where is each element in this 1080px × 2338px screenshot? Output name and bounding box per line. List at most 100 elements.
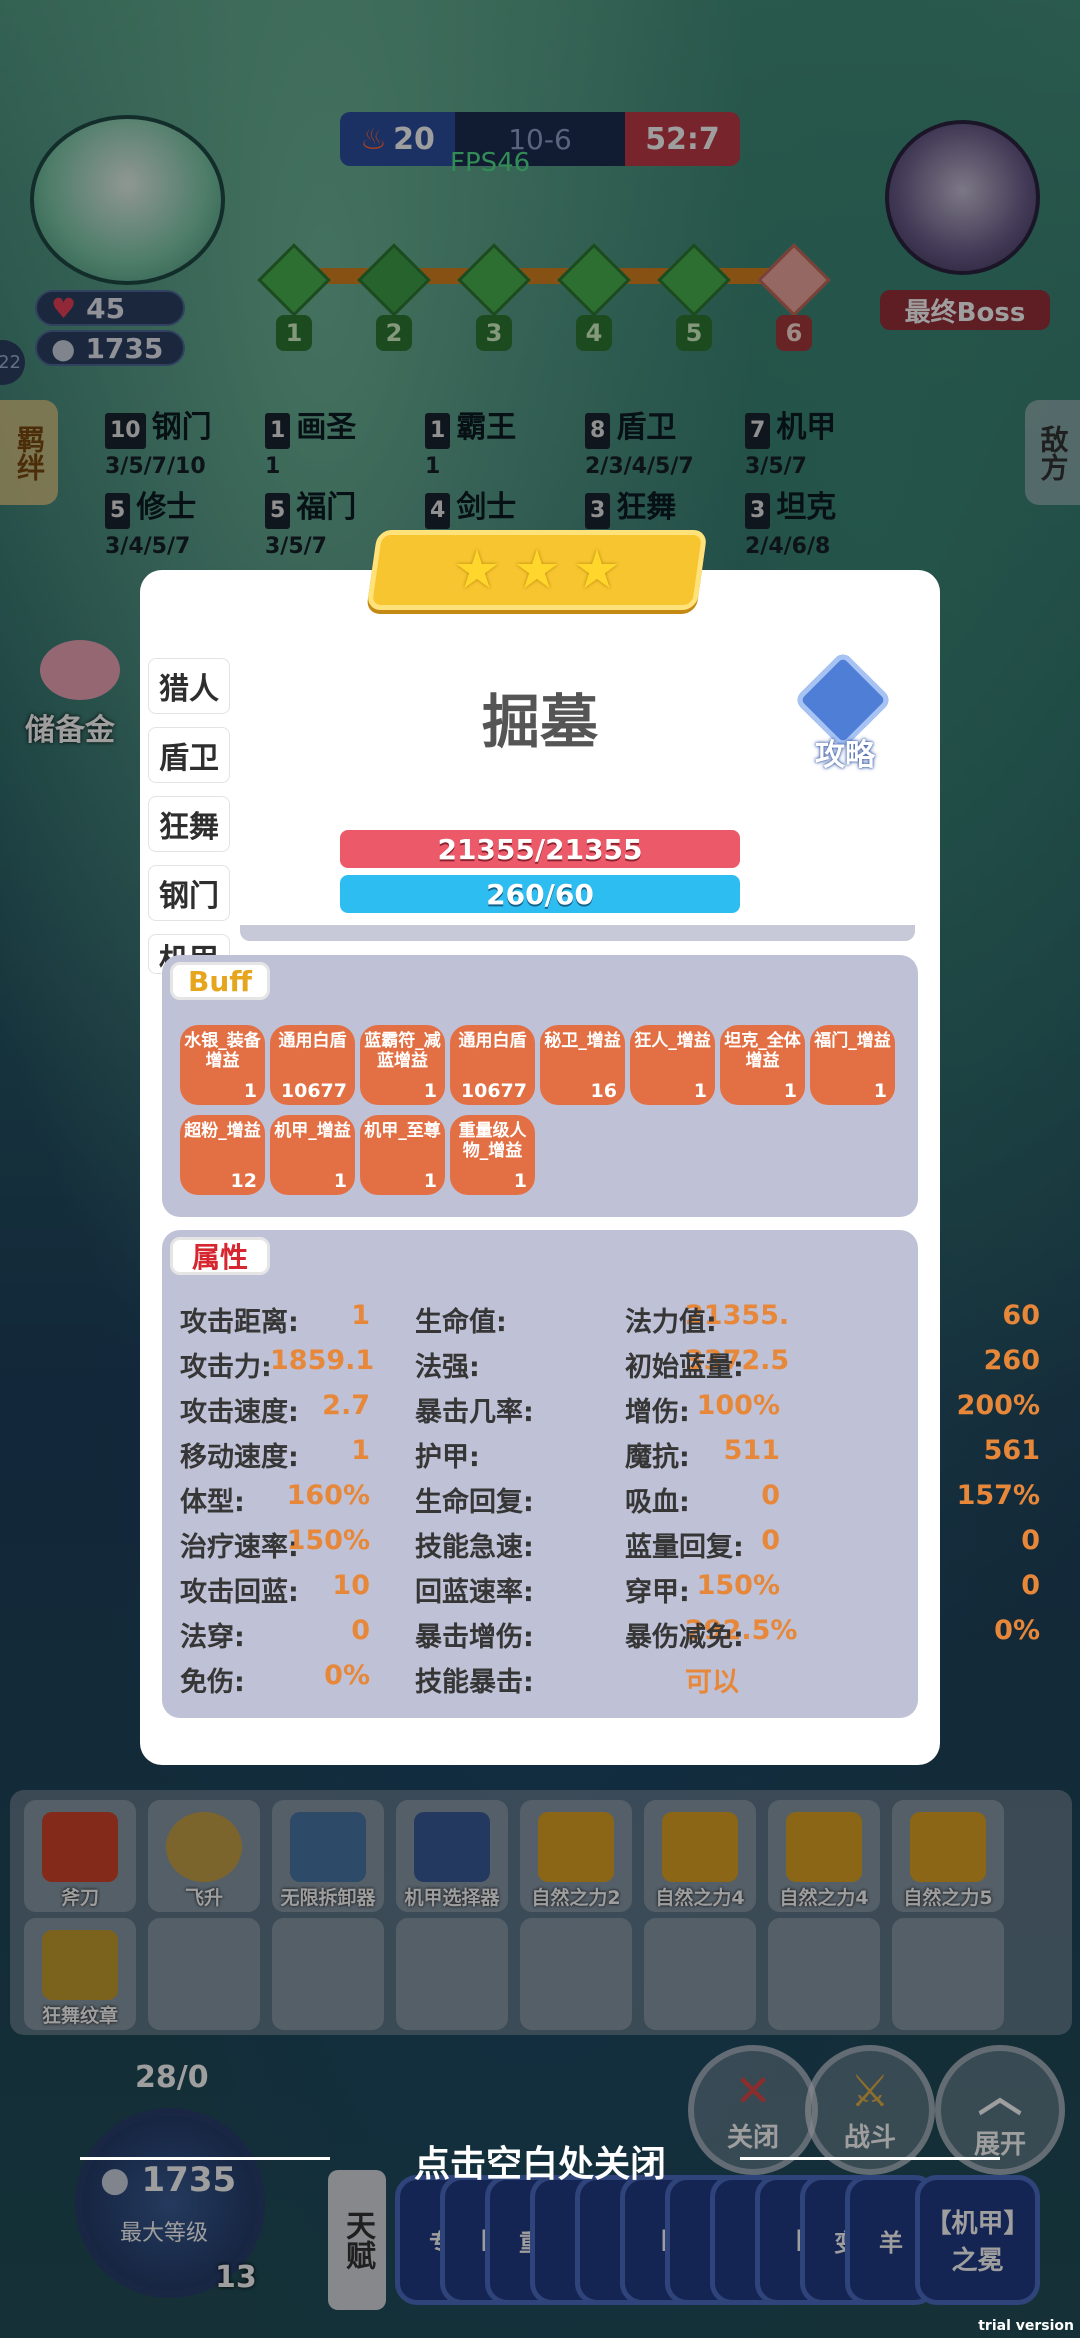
buff-value: 10677 — [280, 1080, 347, 1102]
attribute-name: 法穿: — [180, 1622, 245, 1653]
buff-chip[interactable]: 重量级人物_增益 1 — [450, 1115, 535, 1195]
buff-chip[interactable]: 福门_增益 1 — [810, 1025, 895, 1105]
attribute-value: 60 — [1002, 1300, 1040, 1331]
attribute-value: 10 — [332, 1570, 370, 1601]
attribute-name: 穿甲: — [625, 1577, 690, 1608]
buff-chip[interactable]: 机甲_至尊 1 — [360, 1115, 445, 1195]
buff-name: 机甲_至尊 — [364, 1121, 441, 1141]
guide-button-label[interactable]: 攻略 — [815, 730, 875, 774]
buff-name: 秘卫_增益 — [544, 1031, 621, 1051]
buff-value: 1 — [693, 1080, 707, 1102]
attribute-value: 0 — [1021, 1525, 1040, 1556]
attribute-row: 攻击速度: 2.7 暴击几率: 100% 增伤: 200% — [180, 1390, 1040, 1430]
buff-name: 坦克_全体增益 — [724, 1031, 801, 1071]
buff-name: 通用白盾 — [278, 1031, 347, 1051]
attribute-row: 治疗速率: 150% 技能急速: 0 蓝量回复: 0 — [180, 1525, 1040, 1565]
attribute-value: 1859.1 — [270, 1345, 375, 1376]
buff-name: 机甲_增益 — [274, 1121, 351, 1141]
attribute-value: 150% — [286, 1525, 370, 1556]
buff-chip[interactable]: 狂人_增益 1 — [630, 1025, 715, 1105]
star-icon: ★ — [512, 538, 562, 601]
unit-trait-tab[interactable]: 狂舞 — [148, 796, 230, 852]
star-icon: ★ — [572, 538, 622, 601]
portrait-divider — [240, 925, 915, 941]
buff-panel-title: Buff — [170, 962, 270, 1000]
buff-chip[interactable]: 坦克_全体增益 1 — [720, 1025, 805, 1105]
buff-name: 通用白盾 — [458, 1031, 527, 1051]
buff-chip[interactable]: 通用白盾 10677 — [450, 1025, 535, 1105]
buff-name: 水银_装备增益 — [184, 1031, 261, 1071]
attribute-value: 200% — [956, 1390, 1040, 1421]
unit-trait-tab[interactable]: 猎人 — [148, 658, 230, 714]
attribute-name: 法力值: — [625, 1307, 717, 1338]
trial-watermark: trial version — [978, 2318, 1074, 2334]
buff-chip[interactable]: 蓝霸符_减蓝增益 1 — [360, 1025, 445, 1105]
attribute-value: 100% — [696, 1390, 780, 1421]
attribute-row: 法穿: 0 暴击增伤: 292.5% 暴伤减免: 0% — [180, 1615, 1040, 1655]
buff-chip[interactable]: 通用白盾 10677 — [270, 1025, 355, 1105]
buff-value: 1 — [333, 1170, 347, 1192]
attribute-name: 吸血: — [625, 1487, 690, 1518]
buff-chip[interactable]: 机甲_增益 1 — [270, 1115, 355, 1195]
attribute-name: 攻击力: — [180, 1352, 272, 1383]
attribute-name: 初始蓝量: — [625, 1352, 744, 1383]
attribute-name: 免伤: — [180, 1667, 245, 1698]
attribute-value: 1 — [351, 1300, 370, 1331]
buff-chip[interactable]: 秘卫_增益 16 — [540, 1025, 625, 1105]
attribute-value: 150% — [696, 1570, 780, 1601]
attribute-name: 法强: — [415, 1352, 480, 1383]
attribute-name: 蓝量回复: — [625, 1532, 744, 1563]
attribute-name: 暴击增伤: — [415, 1622, 534, 1653]
buff-name: 超粉_增益 — [184, 1121, 261, 1141]
attribute-name: 生命值: — [415, 1307, 507, 1338]
attribute-value: 260 — [983, 1345, 1040, 1376]
buff-value: 1 — [243, 1080, 257, 1102]
buff-chip[interactable]: 超粉_增益 12 — [180, 1115, 265, 1195]
attribute-name: 生命回复: — [415, 1487, 534, 1518]
attribute-name: 技能急速: — [415, 1532, 534, 1563]
buff-name: 福门_增益 — [814, 1031, 891, 1051]
attribute-name: 回蓝速率: — [415, 1577, 534, 1608]
star-icon: ★ — [452, 538, 502, 601]
unit-mana-bar: 260/60 — [340, 875, 740, 913]
buff-value: 1 — [783, 1080, 797, 1102]
attributes-panel-title: 属性 — [170, 1237, 270, 1275]
attribute-name: 技能暴击: — [415, 1667, 534, 1698]
attribute-row: 免伤: 0% 技能暴击: 可以 — [180, 1660, 880, 1700]
attribute-value: 2.7 — [322, 1390, 370, 1421]
buff-name: 重量级人物_增益 — [458, 1121, 527, 1161]
attribute-value: 0 — [761, 1480, 780, 1511]
unit-trait-tab[interactable]: 盾卫 — [148, 727, 230, 783]
buff-chip[interactable]: 水银_装备增益 1 — [180, 1025, 265, 1105]
attribute-name: 增伤: — [625, 1397, 690, 1428]
attribute-name: 护甲: — [415, 1442, 480, 1473]
buff-value: 1 — [873, 1080, 887, 1102]
buff-value: 1 — [423, 1170, 437, 1192]
buff-value: 12 — [230, 1170, 257, 1192]
attribute-value: 可以 — [685, 1667, 739, 1698]
attribute-value: 0 — [1021, 1570, 1040, 1601]
buff-name: 蓝霸符_减蓝增益 — [364, 1031, 441, 1071]
attribute-row: 攻击回蓝: 10 回蓝速率: 150% 穿甲: 0 — [180, 1570, 1040, 1610]
unit-hp-bar: 21355/21355 — [340, 830, 740, 868]
attribute-name: 魔抗: — [625, 1442, 690, 1473]
unit-name: 掘墓 — [481, 688, 598, 756]
attribute-value: 0% — [994, 1615, 1040, 1646]
attribute-value: 0% — [324, 1660, 370, 1691]
attribute-value: 511 — [723, 1435, 780, 1466]
attribute-row: 移动速度: 1 护甲: 511 魔抗: 561 — [180, 1435, 1040, 1475]
attribute-name: 暴伤减免: — [625, 1622, 744, 1653]
attribute-row: 攻击距离: 1 生命值: 21355. 法力值: 60 — [180, 1300, 1040, 1340]
star-rating: ★ ★ ★ — [366, 530, 708, 610]
attribute-value: 561 — [983, 1435, 1040, 1466]
attribute-value: 1 — [351, 1435, 370, 1466]
attribute-name: 暴击几率: — [415, 1397, 534, 1428]
buff-value: 16 — [590, 1080, 617, 1102]
buff-value: 1 — [513, 1170, 527, 1192]
attribute-value: 160% — [286, 1480, 370, 1511]
attribute-name: 体型: — [180, 1487, 245, 1518]
buff-name: 狂人_增益 — [634, 1031, 711, 1051]
buff-value: 10677 — [460, 1080, 527, 1102]
unit-trait-tab[interactable]: 钢门 — [148, 865, 230, 921]
attribute-row: 体型: 160% 生命回复: 0 吸血: 157% — [180, 1480, 1040, 1520]
